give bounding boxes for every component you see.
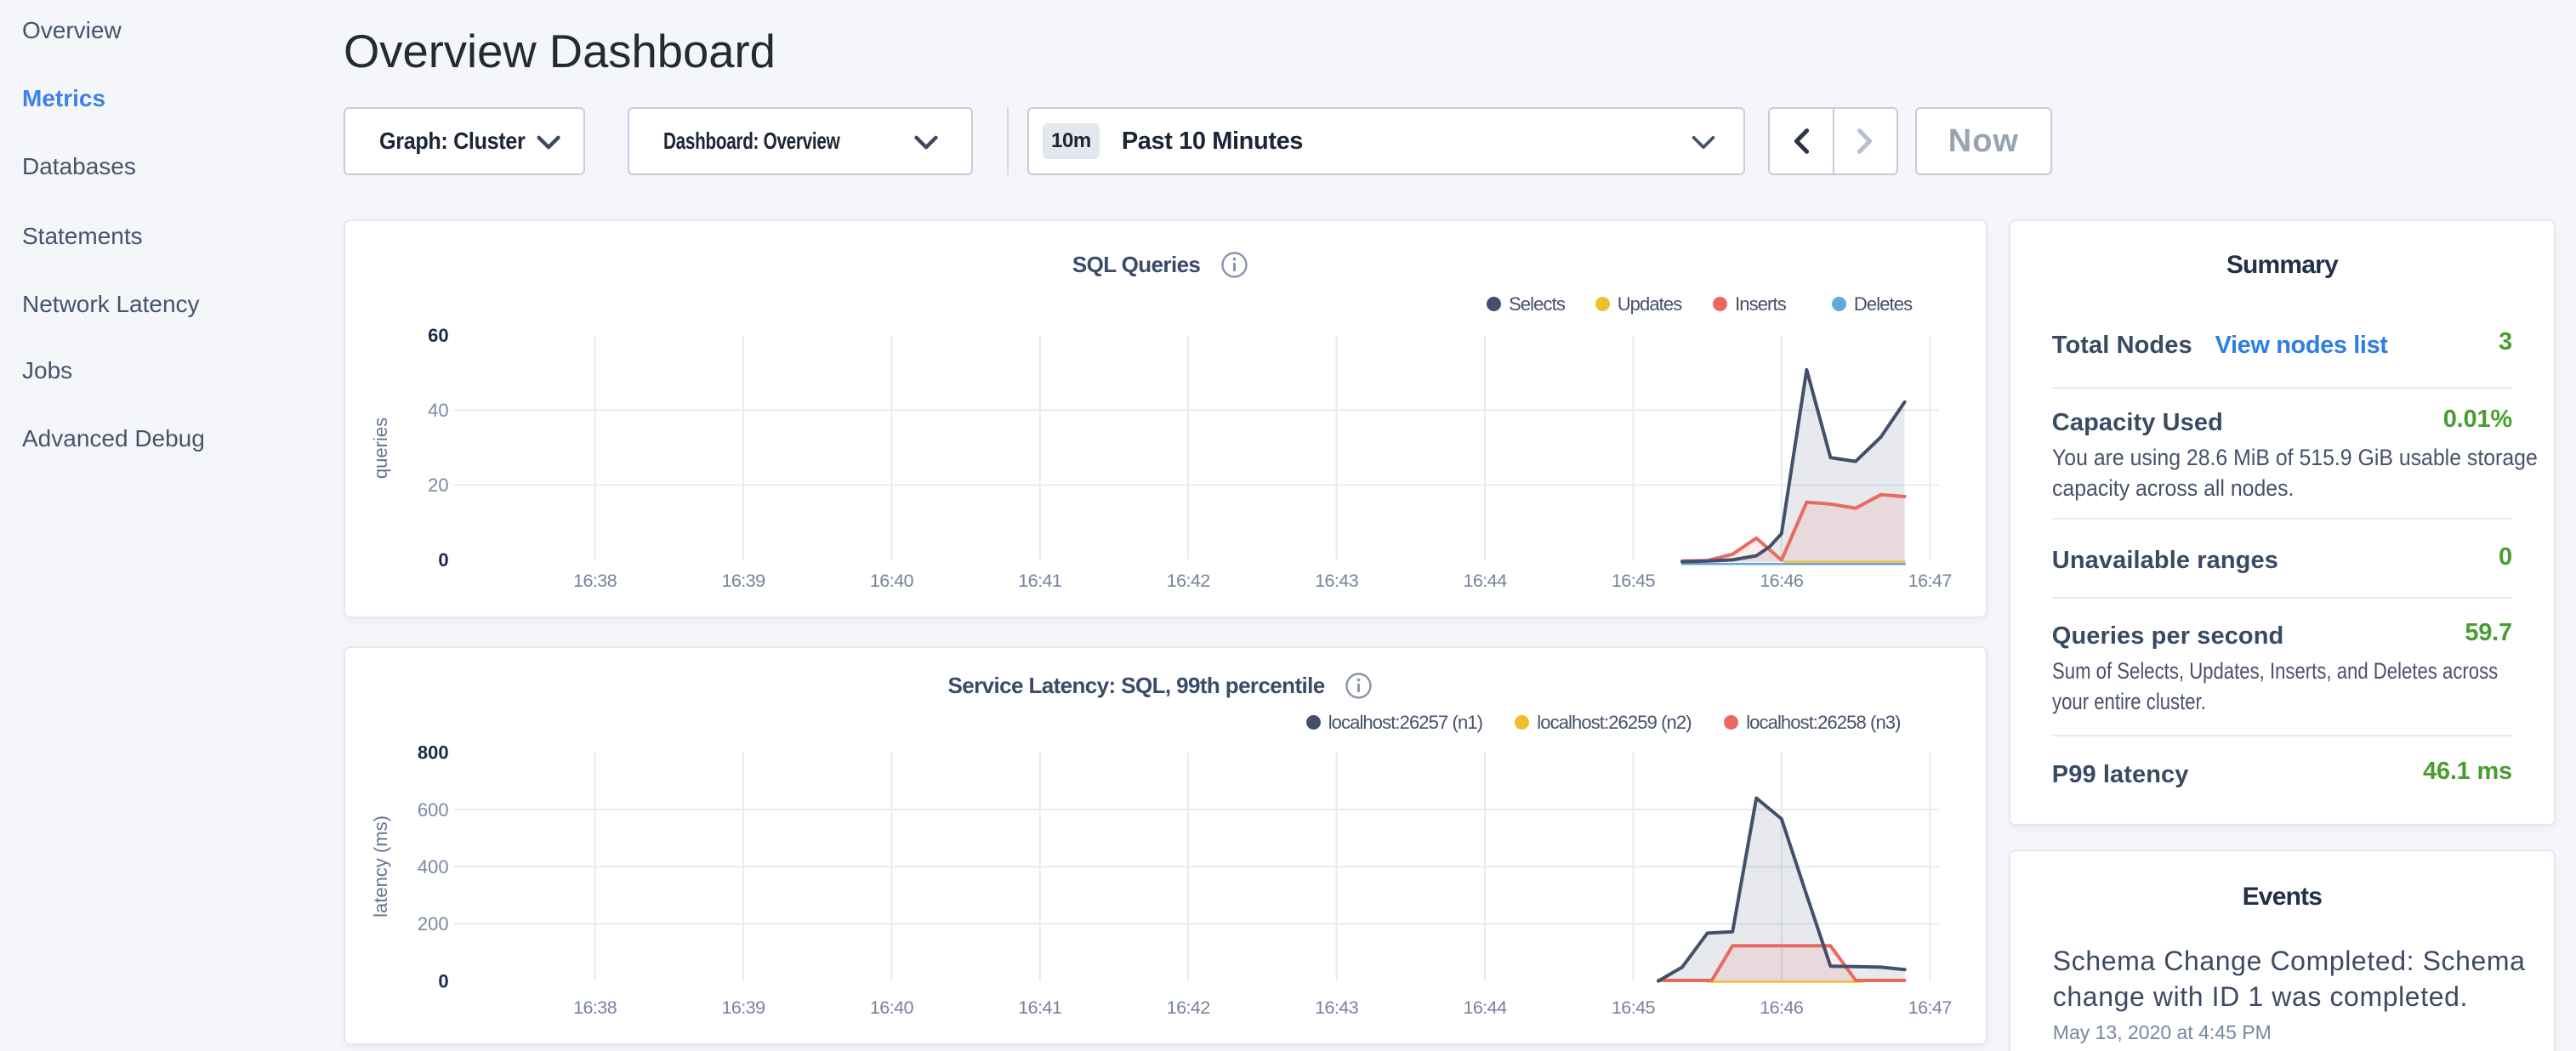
svg-text:16:46: 16:46 [1760,997,1805,1018]
svg-text:60: 60 [429,325,449,346]
svg-text:16:46: 16:46 [1760,570,1805,591]
svg-text:16:38: 16:38 [573,997,617,1018]
svg-text:16:45: 16:45 [1612,997,1656,1018]
svg-text:16:39: 16:39 [722,997,765,1018]
svg-text:200: 200 [418,913,449,935]
svg-text:16:42: 16:42 [1167,997,1210,1018]
svg-text:16:43: 16:43 [1315,997,1359,1018]
svg-text:20: 20 [429,474,449,496]
svg-text:16:40: 16:40 [870,997,914,1018]
svg-text:16:43: 16:43 [1315,570,1359,591]
svg-text:16:41: 16:41 [1019,570,1062,591]
svg-text:16:41: 16:41 [1019,997,1062,1018]
svg-text:16:44: 16:44 [1464,997,1508,1018]
svg-text:600: 600 [418,799,449,821]
svg-text:16:40: 16:40 [870,570,914,591]
svg-text:800: 800 [418,742,449,764]
svg-text:400: 400 [418,856,449,878]
svg-text:16:47: 16:47 [1908,997,1952,1018]
svg-text:16:39: 16:39 [722,570,765,591]
svg-text:0: 0 [439,970,449,991]
svg-text:40: 40 [429,400,449,421]
svg-text:16:47: 16:47 [1908,570,1952,591]
svg-text:16:45: 16:45 [1612,570,1656,591]
svg-text:0: 0 [439,549,449,571]
svg-text:16:38: 16:38 [573,570,617,591]
svg-text:16:44: 16:44 [1464,570,1508,591]
svg-text:16:42: 16:42 [1167,570,1210,591]
